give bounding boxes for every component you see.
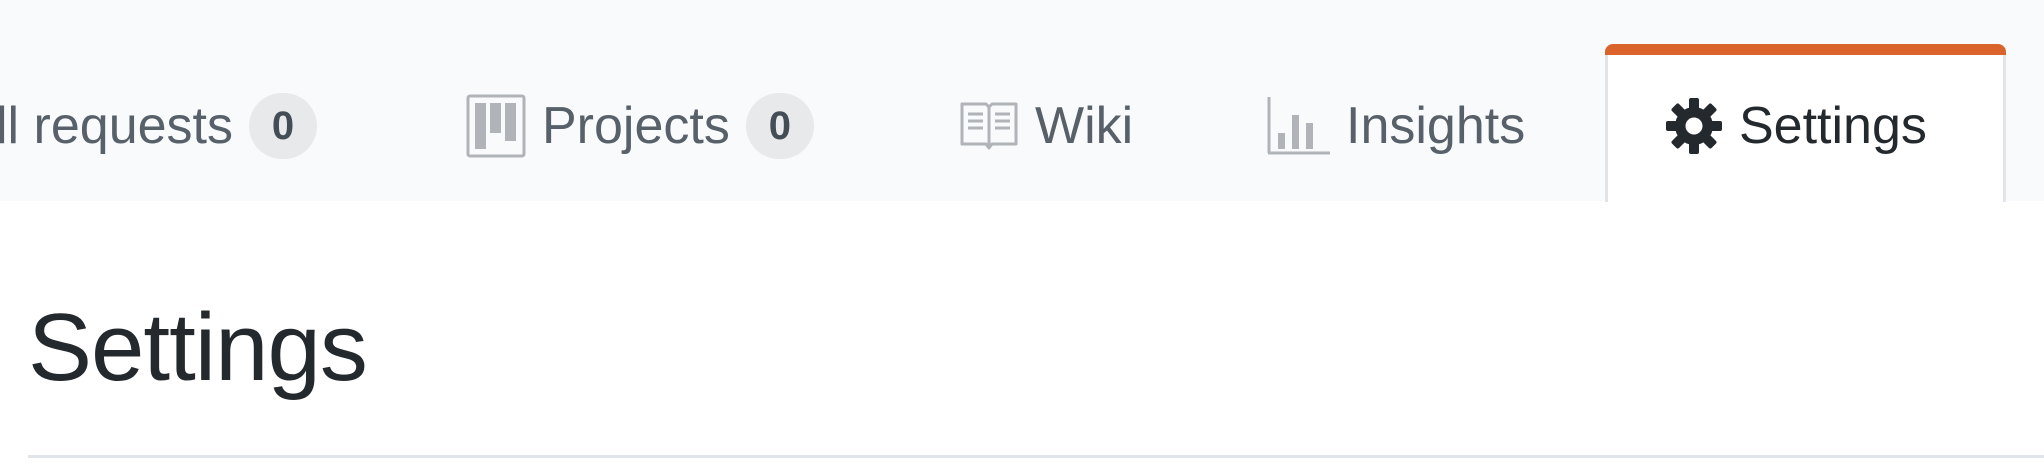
page-title: Settings: [28, 294, 368, 401]
project-board-icon: [466, 94, 526, 158]
pull-requests-counter: 0: [249, 93, 317, 159]
repo-nav: ll requests 0 Projects 0 Wiki Insights S…: [0, 0, 2044, 202]
tab-projects[interactable]: Projects 0: [466, 90, 814, 162]
repo-settings-page: ll requests 0 Projects 0 Wiki Insights S…: [0, 0, 2044, 476]
projects-counter: 0: [745, 93, 814, 159]
tab-pull-requests-label: ll requests: [0, 97, 233, 155]
tab-selected-indicator: [1605, 44, 2006, 55]
gear-icon: [1665, 97, 1723, 155]
tab-insights[interactable]: Insights: [1266, 90, 1525, 162]
tab-insights-label: Insights: [1346, 97, 1526, 155]
tab-settings[interactable]: Settings: [1665, 90, 1927, 162]
tab-settings-label: Settings: [1739, 97, 1927, 155]
tab-wiki-label: Wiki: [1035, 97, 1134, 155]
graph-icon: [1266, 95, 1330, 157]
book-icon: [959, 100, 1019, 152]
tab-wiki[interactable]: Wiki: [959, 90, 1133, 162]
tab-pull-requests[interactable]: ll requests 0: [0, 90, 317, 162]
tab-projects-label: Projects: [542, 97, 730, 155]
title-divider: [28, 455, 2044, 458]
